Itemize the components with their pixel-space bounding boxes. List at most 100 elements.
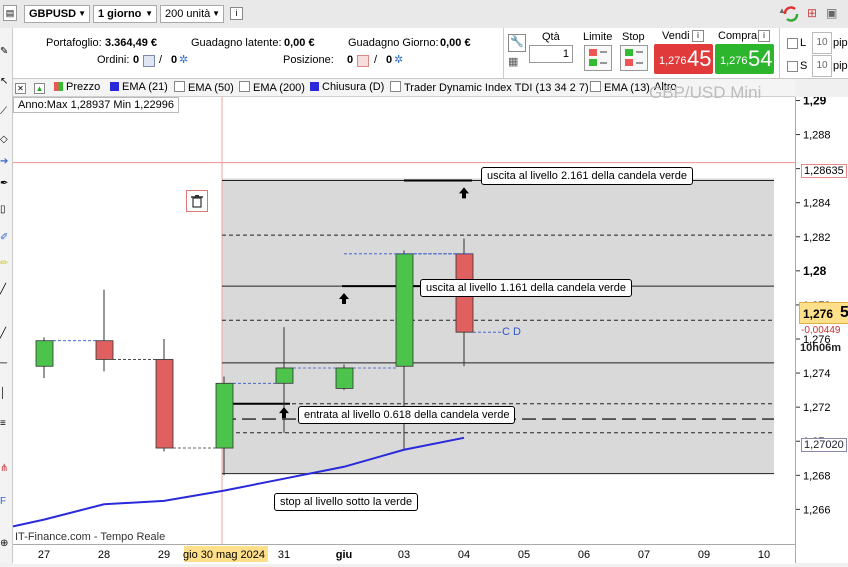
x-tick-label: 28 [98,549,110,561]
candle[interactable] [275,367,294,384]
indicator-chiusura[interactable]: Chiusura (D) [310,81,384,93]
trendline-tool-icon[interactable]: ╱ [0,284,6,295]
indicator-label: EMA (50) [188,82,234,94]
buy-price-big: 54 [748,46,773,71]
vendi-label: Vendi [662,30,690,42]
units-label: 200 unità [165,8,211,20]
indicator-ema200[interactable]: EMA (200) [239,81,305,94]
checkbox [174,81,185,92]
annotation-uscita-1[interactable]: uscita al livello 1.161 della candela ve… [420,279,632,297]
indicator-ema50[interactable]: EMA (50) [174,81,234,94]
arrow-tool-icon[interactable]: ➔ [0,156,8,167]
x-tick-label: 10 [758,549,770,561]
y-axis[interactable]: 1,2661,2681,271,2721,2741,2761,2781,281,… [795,93,848,563]
y-tick-label: 1,284 [803,198,831,210]
ray-tool-icon[interactable]: ╱ [0,328,6,339]
units-select[interactable]: 200 unità ▼ [160,5,224,23]
current-price-big: 50 [840,304,848,321]
s-label: S [800,60,808,72]
line-tool-icon[interactable]: ⟋ [0,106,7,117]
annotation-stop[interactable]: stop al livello sotto la verde [274,493,419,511]
text-tool-icon[interactable]: F [0,496,6,507]
info-icon[interactable]: i [230,7,243,20]
stop-order-button[interactable] [620,45,648,71]
candle[interactable] [155,359,174,449]
symbol-select[interactable]: GBPUSD ▼ [24,5,90,23]
candle[interactable] [95,340,114,360]
l-label: L [800,37,807,49]
annotation-uscita-2[interactable]: uscita al livello 2.161 della candela ve… [481,167,693,185]
limit-order-button[interactable] [584,45,612,71]
indicator-label: EMA (200) [253,82,305,94]
price-chart[interactable]: Anno:Max 1,28937 Min 1,22996 GBP/USD Min… [12,83,795,544]
position-gear-icon[interactable]: ✲ [394,53,403,66]
info-icon[interactable]: i [692,30,704,42]
pip-label: pip [833,37,848,49]
current-price-box: 1,276 50 [799,302,848,324]
candle[interactable] [335,367,354,389]
extra-icon-2[interactable]: ▣ [826,6,840,22]
projection-zone [222,178,774,474]
delete-drawing-button[interactable] [186,190,208,212]
upper-level-marker: 1,28635 [801,164,847,178]
stop-pips-field[interactable]: 10 [812,55,832,77]
indicator-label: EMA (21) [122,81,168,93]
zoom-tool-icon[interactable]: ⊕ [0,538,8,549]
buy-button[interactable]: 1,276 54 [715,44,774,74]
orders-list-icon[interactable] [143,55,155,67]
limit-checkbox[interactable] [787,38,798,49]
guadagno-latente-value: 0,00 € [284,37,315,49]
indicator-ema13[interactable]: EMA (13) [590,81,650,94]
hline-tool-icon[interactable]: ─ [0,358,7,369]
x-tick-label: 29 [158,549,170,561]
indicator-ema21[interactable]: EMA (21) [110,81,168,93]
indicator-up-icon[interactable]: ▲ [34,81,48,94]
chart-canvas[interactable] [12,97,795,544]
checkbox [239,81,250,92]
cursor-tool-icon[interactable]: ✎ [0,46,8,57]
indicator-prezzo[interactable]: Prezzo [54,81,100,93]
y-tick-label: 1,288 [803,130,831,142]
brush-tool-icon[interactable]: ✐ [0,232,8,243]
qta-label: Qtà [542,31,560,43]
info-icon[interactable]: i [758,30,770,42]
wrench-icon[interactable]: 🔧 [508,34,526,52]
extra-icon[interactable]: ⊞ [807,6,821,22]
x-tick-label: 04 [458,549,470,561]
annotation-entrata[interactable]: entrata al livello 0.618 della candela v… [298,406,516,424]
refresh-icon[interactable] [782,5,800,23]
app-menu-icon[interactable]: ▤ [3,5,17,21]
sell-button[interactable]: 1,276 45 [654,44,713,74]
limit-pips-field[interactable]: 10 [812,32,832,54]
shape-tool-icon[interactable]: ◇ [0,134,8,145]
position-close-icon[interactable] [357,55,369,67]
orders-gear-icon[interactable]: ✲ [179,53,188,66]
trash-icon [191,195,203,208]
indicator-label: Trader Dynamic Index TDI (13 34 2 7) [404,82,589,94]
current-price-small: 1,276 [803,307,834,321]
pitchfork-tool-icon[interactable]: ⋔ [0,463,8,474]
countdown: 10h06m [800,342,841,354]
keypad-icon[interactable]: ▦ [508,55,524,69]
checkbox [590,81,601,92]
sell-price-small: 1,276 [659,55,687,67]
divider [779,28,780,78]
quantity-field[interactable] [529,45,573,63]
highlighter-tool-icon[interactable]: ✏ [0,258,8,269]
timeframe-select[interactable]: 1 giorno ▼ [93,5,157,23]
pointer-tool-icon[interactable]: ↖ [0,76,8,87]
candle[interactable] [395,253,414,367]
guadagno-latente-label: Guadagno latente: [191,37,282,49]
indicator-tdi[interactable]: Trader Dynamic Index TDI (13 34 2 7) [390,81,589,94]
indicator-delete-icon[interactable]: ✕ [15,81,29,94]
stop-checkbox[interactable] [787,61,798,72]
range-label: Anno:Max 1,28937 Min 1,22996 [13,97,179,113]
candle[interactable] [35,340,54,367]
candle[interactable] [215,382,234,449]
fib-tool-icon[interactable]: ≡ [0,418,6,429]
marker-tool-icon[interactable]: ✒ [0,178,8,189]
trash-tool-icon[interactable]: ▯ [0,204,6,215]
vline-tool-icon[interactable]: │ [0,388,6,399]
x-tick-label: 07 [638,549,650,561]
separator: / [159,54,163,66]
